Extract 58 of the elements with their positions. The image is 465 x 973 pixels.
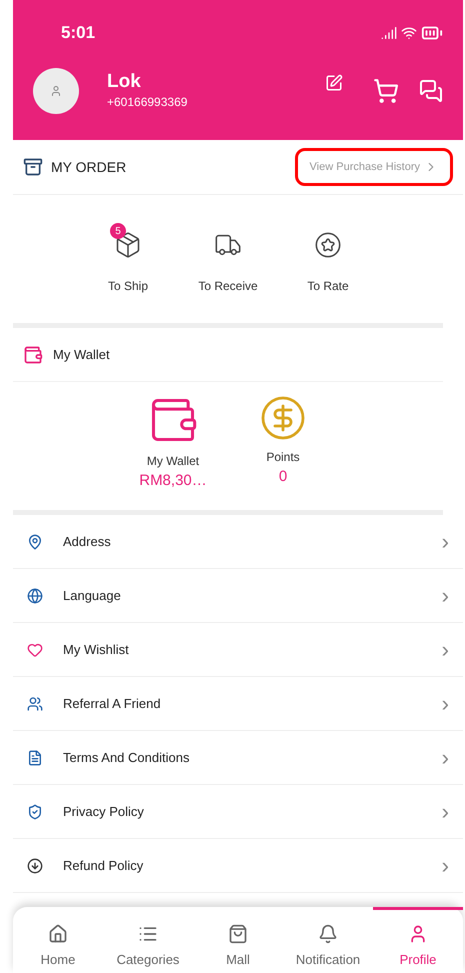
bell-icon [318, 924, 338, 944]
order-status-button[interactable]: To Rate [300, 221, 356, 323]
chevron: › [442, 584, 449, 606]
tab[interactable]: Home [13, 907, 103, 973]
edit-icon[interactable] [325, 74, 343, 92]
home-icon [48, 924, 68, 944]
section-title: MY ORDER [51, 158, 126, 176]
wallet-item[interactable]: My Wallet RM8,30… [138, 394, 208, 510]
people-icon [27, 696, 43, 712]
menu-item[interactable]: Language › [13, 569, 463, 623]
menu-item[interactable]: Terms And Conditions › [13, 731, 463, 785]
menu-item[interactable]: Address › [13, 515, 463, 569]
document-icon [27, 750, 43, 766]
bag-icon [228, 924, 248, 944]
order-box-icon [23, 157, 43, 177]
user-icon [50, 84, 62, 96]
chevron: › [442, 638, 449, 660]
tab[interactable]: Notification [283, 907, 373, 973]
heart-icon [27, 642, 43, 658]
menu-label: Language [63, 586, 121, 605]
tab[interactable]: Mall [193, 907, 283, 973]
wifi-icon [401, 24, 417, 41]
count-badge: 5 [110, 223, 126, 239]
avatar[interactable] [33, 68, 79, 114]
chevron: › [442, 530, 449, 552]
tab[interactable]: Profile [373, 907, 463, 973]
signal-icon [381, 24, 397, 41]
chevron: › [442, 800, 449, 822]
chevron: › [442, 854, 449, 876]
menu-item[interactable]: Referral A Friend › [13, 677, 463, 731]
chat-icon[interactable] [419, 78, 443, 102]
shield-icon [27, 804, 43, 820]
order-status-button[interactable]: To Receive [200, 221, 256, 323]
tab[interactable]: Categories [103, 907, 193, 973]
menu-label: My Wishlist [63, 640, 129, 659]
status-time: 5:01 [61, 22, 96, 44]
dollar-coin-icon [259, 394, 307, 442]
globe-icon [27, 588, 43, 604]
menu-label: Terms And Conditions [63, 748, 190, 767]
menu-label: Address [63, 532, 111, 551]
menu-label: Refund Policy [63, 856, 144, 875]
menu-item[interactable]: My Wishlist › [13, 623, 463, 677]
cart-icon[interactable] [373, 78, 399, 104]
menu-item[interactable]: Privacy Policy › [13, 785, 463, 839]
map-pin-icon [27, 534, 43, 550]
menu-label: Privacy Policy [63, 802, 144, 821]
user-name: Lok [107, 70, 142, 94]
refund-icon [27, 858, 43, 874]
menu-label: Referral A Friend [63, 694, 161, 713]
chevron: › [442, 692, 449, 714]
chevron: › [442, 746, 449, 768]
wallet-icon [23, 344, 43, 364]
section-title: My Wallet [53, 346, 110, 364]
phone-number: +60166993369 [107, 94, 188, 112]
star-circle-icon [314, 231, 342, 259]
order-status-button[interactable]: 5 To Ship [100, 221, 156, 323]
menu-item[interactable]: Refund Policy › [13, 839, 463, 893]
wallet-item[interactable]: Points 0 [248, 394, 318, 510]
